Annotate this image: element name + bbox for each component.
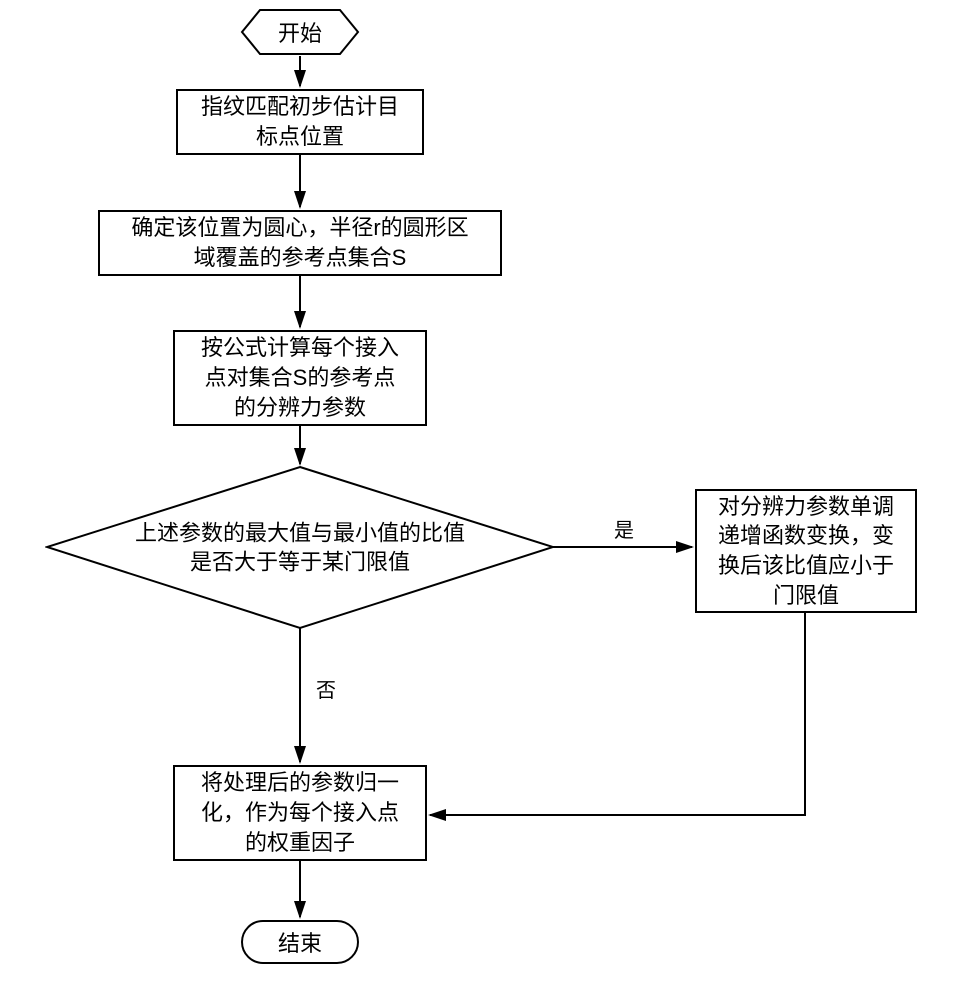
- step-compute-resolution: 按公式计算每个接入 点对集合S的参考点 的分辨力参数: [173, 330, 427, 426]
- end-label: 结束: [278, 926, 322, 958]
- yes-label: 是: [614, 514, 634, 543]
- step-circle-region: 确定该位置为圆心，半径r的圆形区 域覆盖的参考点集合S: [98, 210, 502, 276]
- step2-text: 确定该位置为圆心，半径r的圆形区 域覆盖的参考点集合S: [131, 213, 468, 272]
- step-fingerprint-match: 指纹匹配初步估计目 标点位置: [176, 89, 424, 155]
- step-yes-text: 对分辨力参数单调 递增函数变换，变 换后该比值应小于 门限值: [718, 492, 894, 611]
- no-label: 否: [316, 674, 336, 703]
- decision-text: 上述参数的最大值与最小值的比值 是否大于等于某门限值: [135, 520, 465, 575]
- decision-ratio-threshold: 上述参数的最大值与最小值的比值 是否大于等于某门限值: [45, 465, 555, 630]
- start-label: 开始: [278, 16, 322, 48]
- step-normalize-weights: 将处理后的参数归一 化，作为每个接入点 的权重因子: [173, 765, 427, 861]
- end-node: 结束: [241, 920, 359, 964]
- start-node: 开始: [240, 8, 360, 56]
- step-monotonic-transform: 对分辨力参数单调 递增函数变换，变 换后该比值应小于 门限值: [695, 489, 917, 613]
- step1-text: 指纹匹配初步估计目 标点位置: [201, 92, 399, 151]
- step-final-text: 将处理后的参数归一 化，作为每个接入点 的权重因子: [201, 768, 399, 857]
- step3-text: 按公式计算每个接入 点对集合S的参考点 的分辨力参数: [201, 333, 399, 422]
